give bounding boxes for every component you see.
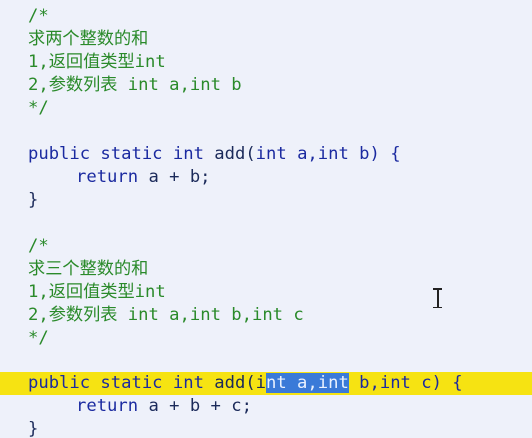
comment-open: /* [28,6,49,26]
return-expression: a + b; [138,167,211,187]
method-params-rest: b,int c) { [348,373,463,393]
method-params: int a,int b) { [255,144,401,164]
comment-close: */ [28,328,49,348]
text-selection[interactable]: nt a,int [266,373,349,393]
comment-title: 求两个整数的和 [28,29,149,49]
code-line[interactable]: return a + b; [0,166,532,189]
code-line[interactable]: 2,参数列表 int a,int b,int c [0,304,532,327]
closing-brace: } [28,190,39,210]
code-line[interactable]: 求三个整数的和 [0,258,532,281]
method-name: add( [203,144,256,164]
code-line[interactable]: } [0,418,532,438]
return-expression: a + b + c; [138,396,252,416]
code-line[interactable]: 1,返回值类型int [0,51,532,74]
method-name: add(i [203,373,267,393]
comment-params: 2,参数列表 int a,int b,int c [28,305,304,325]
code-line[interactable]: 2,参数列表 int a,int b [0,74,532,97]
method-modifiers: public static int [28,144,204,164]
method-modifiers: public static int [28,373,204,393]
code-line[interactable]: } [0,189,532,212]
code-line[interactable]: /* [0,235,532,258]
code-editor[interactable]: /* 求两个整数的和 1,返回值类型int 2,参数列表 int a,int b… [0,0,532,438]
closing-brace: } [28,419,39,438]
comment-open: /* [28,236,49,256]
code-line[interactable]: */ [0,327,532,350]
code-line[interactable]: 求两个整数的和 [0,28,532,51]
comment-title: 求三个整数的和 [28,259,149,279]
code-line-method-signature[interactable]: public static int add(int a,int b) { [0,143,532,166]
return-keyword: return [76,396,139,416]
current-line-method-signature[interactable]: public static int add(int a,int b,int c)… [0,372,532,395]
code-line[interactable]: /* [0,5,532,28]
code-line[interactable]: return a + b + c; [0,395,532,418]
comment-params: 2,参数列表 int a,int b [28,75,242,95]
comment-return-type: 1,返回值类型int [28,282,166,302]
code-line[interactable]: 1,返回值类型int [0,281,532,304]
code-line[interactable]: */ [0,97,532,120]
comment-return-type: 1,返回值类型int [28,52,166,72]
comment-close: */ [28,98,49,118]
text-ibeam-cursor-icon [432,288,443,308]
return-keyword: return [76,167,139,187]
